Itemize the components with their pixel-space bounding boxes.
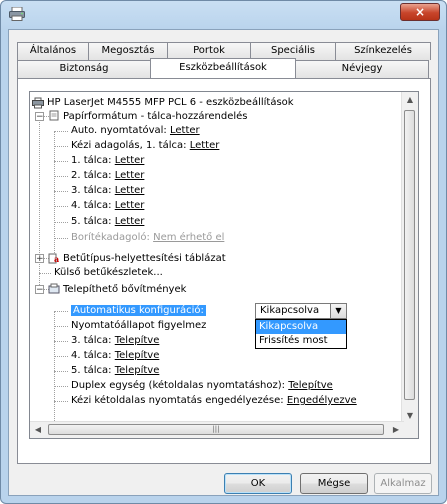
tab-color-management[interactable]: Színkezelés xyxy=(335,42,431,60)
tree-line xyxy=(54,238,68,239)
close-icon: × xyxy=(414,5,426,19)
scroll-left-icon[interactable]: ◀ xyxy=(30,422,46,438)
printer-icon xyxy=(32,97,44,109)
tree-item-status-notification[interactable]: Nyomtatóállapot figyelmez xyxy=(71,319,206,333)
tree-line xyxy=(54,131,68,132)
tree-item-auto-printer[interactable]: Auto. nyomtatóval: Letter xyxy=(71,124,200,138)
horizontal-scroll-thumb[interactable]: ||| xyxy=(48,424,384,435)
auto-config-dropdown-list: Kikapcsolva Frissítés most xyxy=(255,319,347,349)
settings-tree[interactable]: HP LaserJet M4555 MFP PCL 6 - eszközbeál… xyxy=(29,91,419,439)
tree-line xyxy=(54,326,68,327)
tree-line xyxy=(54,191,68,192)
ok-button[interactable]: OK xyxy=(224,473,292,494)
tree-item-tray-4[interactable]: 4. tálca: Letter xyxy=(71,199,144,213)
settings-tree-content: HP LaserJet M4555 MFP PCL 6 - eszközbeál… xyxy=(30,92,404,438)
tree-line xyxy=(54,386,68,387)
tree-options-group-label[interactable]: Telepíthető bővítmények xyxy=(63,283,186,297)
expand-icon[interactable]: + xyxy=(35,254,44,264)
chevron-down-icon[interactable]: ▼ xyxy=(330,304,346,318)
paper-tray-icon xyxy=(48,110,60,122)
tree-item-option-tray-3[interactable]: 3. tálca: Telepítve xyxy=(71,334,159,348)
tree-line xyxy=(54,401,68,402)
tree-line xyxy=(54,311,55,438)
font-icon: a xyxy=(48,252,60,264)
tab-row-bottom: Biztonság Eszközbeállítások Névjegy xyxy=(17,58,429,78)
tree-line xyxy=(54,146,68,147)
tree-line xyxy=(39,273,51,274)
dropdown-option-off[interactable]: Kikapcsolva xyxy=(256,320,346,334)
tree-item-manual-duplex[interactable]: Kézi kétoldalas nyomtatás engedélyezése:… xyxy=(71,394,357,408)
vertical-scrollbar[interactable]: ▲ ▼ xyxy=(401,92,418,424)
scroll-up-icon[interactable]: ▲ xyxy=(402,92,418,108)
apply-button[interactable]: Alkalmaz xyxy=(374,473,432,494)
printer-icon xyxy=(9,6,25,21)
tab-device-settings[interactable]: Eszközbeállítások xyxy=(150,58,296,78)
tree-item-option-tray-4[interactable]: 4. tálca: Telepítve xyxy=(71,349,159,363)
tree-external-fonts-label[interactable]: Külső betűkészletek... xyxy=(54,266,163,280)
tree-item-envelope-feeder: Borítékadagoló: Nem érhető el xyxy=(71,232,225,243)
tree-line xyxy=(54,341,68,342)
device-settings-panel: HP LaserJet M4555 MFP PCL 6 - eszközbeál… xyxy=(17,78,431,464)
tree-line xyxy=(54,371,68,372)
title-bar[interactable]: × xyxy=(1,1,446,29)
dialog-client-area: Általános Megosztás Portok Speciális Szí… xyxy=(8,29,439,496)
tree-item-tray-3[interactable]: 3. tálca: Letter xyxy=(71,184,144,198)
tree-paper-group-label[interactable]: Papírformátum - tálca-hozzárendelés xyxy=(63,110,248,124)
close-button[interactable]: × xyxy=(400,3,440,21)
tree-item-manual-feed[interactable]: Kézi adagolás, 1. tálca: Letter xyxy=(71,139,219,153)
dropdown-option-refresh-now[interactable]: Frissítés most xyxy=(256,334,346,348)
tree-line xyxy=(54,311,68,312)
auto-config-combobox[interactable]: Kikapcsolva ▼ xyxy=(255,303,347,319)
tab-security[interactable]: Biztonság xyxy=(17,60,151,78)
tree-root-label[interactable]: HP LaserJet M4555 MFP PCL 6 - eszközbeál… xyxy=(47,96,294,110)
tree-item-duplex-unit[interactable]: Duplex egység (kétoldalas nyomtatáshoz):… xyxy=(71,379,333,393)
vertical-scroll-thumb[interactable] xyxy=(404,110,415,400)
tree-item-tray-2[interactable]: 2. tálca: Letter xyxy=(71,169,144,183)
collapse-icon[interactable]: − xyxy=(35,285,44,295)
tab-general[interactable]: Általános xyxy=(17,42,89,60)
scrollbar-corner xyxy=(402,422,418,438)
collapse-icon[interactable]: − xyxy=(35,112,44,122)
tree-item-tray-1[interactable]: 1. tálca: Letter xyxy=(71,154,144,168)
printer-properties-window: × Általános Megosztás Portok Speciális S… xyxy=(0,0,447,504)
tree-item-tray-5[interactable]: 5. tálca: Letter xyxy=(71,215,144,229)
tab-about[interactable]: Névjegy xyxy=(295,60,429,78)
tree-line xyxy=(54,222,68,223)
tree-line xyxy=(54,206,68,207)
tree-item-auto-config[interactable]: Automatikus konfiguráció: xyxy=(71,304,206,318)
tree-item-option-tray-5[interactable]: 5. tálca: Telepítve xyxy=(71,364,159,378)
tree-font-table-label[interactable]: Betűtípus-helyettesítési táblázat xyxy=(63,252,226,266)
tree-line xyxy=(54,161,68,162)
combobox-value: Kikapcsolva xyxy=(260,305,320,316)
svg-text:a: a xyxy=(54,254,59,264)
options-icon xyxy=(48,283,60,295)
tree-line xyxy=(54,176,68,177)
cancel-button[interactable]: Mégse xyxy=(300,473,368,494)
tree-line xyxy=(54,356,68,357)
horizontal-scrollbar[interactable]: ◀ ||| ▶ xyxy=(30,421,404,438)
